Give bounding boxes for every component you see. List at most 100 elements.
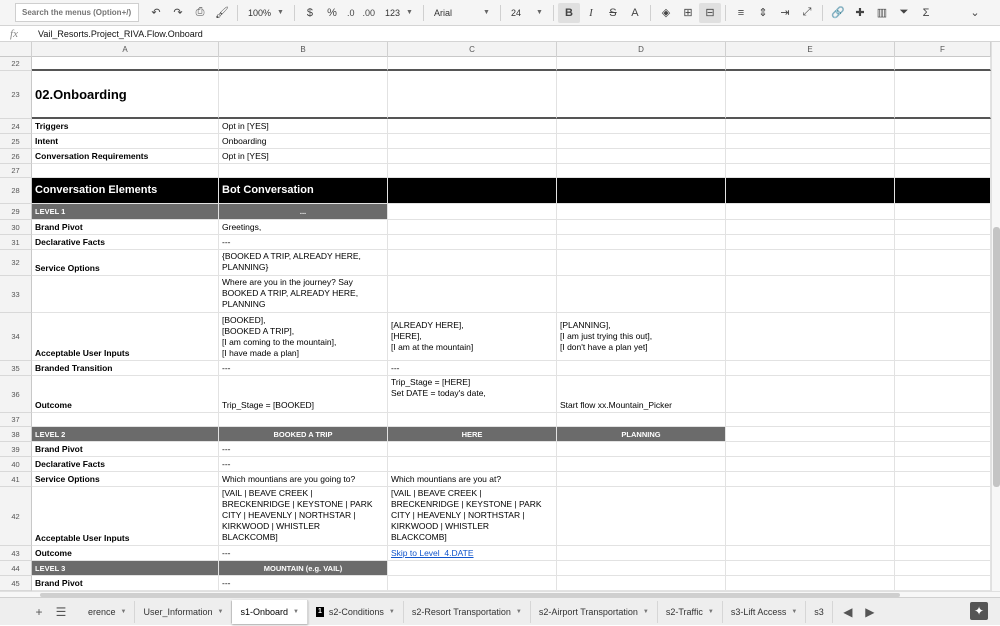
cell[interactable] [895, 561, 991, 576]
cell[interactable]: LEVEL 2 [32, 427, 219, 442]
chevron-down-icon[interactable]: ▼ [293, 609, 299, 615]
cell[interactable] [557, 561, 726, 576]
cell[interactable]: Declarative Facts [32, 457, 219, 472]
cell[interactable]: {BOOKED A TRIP, ALREADY HERE, PLANNING} [219, 250, 388, 276]
row-header[interactable]: 40 [0, 457, 32, 472]
text-color-button[interactable]: A [624, 3, 646, 23]
cell[interactable]: Brand Pivot [32, 576, 219, 591]
link-icon[interactable]: 🔗 [827, 3, 849, 23]
cell[interactable]: MOUNTAIN (e.g. VAIL) [219, 561, 388, 576]
row-header[interactable]: 39 [0, 442, 32, 457]
cell[interactable]: Service Options [32, 250, 219, 276]
sheet-tab[interactable]: s2-Traffic ▼ [658, 600, 723, 623]
cell[interactable]: Brand Pivot [32, 442, 219, 457]
row-header[interactable]: 29 [0, 204, 32, 220]
row-header[interactable]: 30 [0, 220, 32, 235]
cell[interactable]: ... [219, 204, 388, 220]
cell[interactable]: LEVEL 1 [32, 204, 219, 220]
row-header[interactable]: 22 [0, 57, 32, 71]
currency-button[interactable]: $ [299, 3, 321, 23]
cell[interactable] [557, 119, 726, 134]
chevron-down-icon[interactable]: ▼ [643, 609, 649, 615]
chevron-down-icon[interactable]: ▼ [218, 609, 224, 615]
cell[interactable] [557, 487, 726, 546]
font-select[interactable]: Arial ▼ [428, 8, 496, 18]
cell[interactable] [388, 576, 557, 591]
row-header[interactable]: 26 [0, 149, 32, 164]
row-header[interactable]: 42 [0, 487, 32, 546]
cell[interactable] [388, 413, 557, 427]
column-header-f[interactable]: F [895, 42, 991, 57]
zoom-select[interactable]: 100% ▼ [242, 8, 290, 18]
row-header[interactable]: 37 [0, 413, 32, 427]
cell[interactable] [895, 442, 991, 457]
cell[interactable] [32, 57, 219, 71]
cell[interactable] [388, 134, 557, 149]
cell[interactable] [726, 71, 895, 119]
cell[interactable]: Triggers [32, 119, 219, 134]
vertical-align-icon[interactable]: ⇕ [752, 3, 774, 23]
borders-icon[interactable]: ⊞ [677, 3, 699, 23]
row-header[interactable]: 38 [0, 427, 32, 442]
cell[interactable] [219, 71, 388, 119]
font-size-select[interactable]: 24 ▼ [505, 8, 549, 18]
cell[interactable]: [ALREADY HERE], [HERE], [I am at the mou… [388, 313, 557, 361]
italic-button[interactable]: I [580, 3, 602, 23]
cell[interactable] [32, 276, 219, 313]
cell[interactable] [557, 57, 726, 71]
cell[interactable]: Brand Pivot [32, 220, 219, 235]
column-header-e[interactable]: E [726, 42, 895, 57]
row-header[interactable]: 31 [0, 235, 32, 250]
cell[interactable] [895, 149, 991, 164]
chevron-down-icon[interactable]: ▼ [791, 609, 797, 615]
cell[interactable]: --- [219, 361, 388, 376]
cell[interactable] [895, 276, 991, 313]
column-header-c[interactable]: C [388, 42, 557, 57]
cell[interactable] [895, 220, 991, 235]
row-header[interactable]: 34 [0, 313, 32, 361]
cell[interactable] [557, 250, 726, 276]
text-wrap-icon[interactable]: ⇥ [774, 3, 796, 23]
sheet-tab[interactable]: s1-Onboard ▼ [232, 599, 308, 624]
cell[interactable] [557, 546, 726, 561]
cell[interactable] [895, 457, 991, 472]
cell[interactable]: [VAIL | BEAVE CREEK | BRECKENRIDGE | KEY… [219, 487, 388, 546]
cell[interactable] [388, 149, 557, 164]
cell[interactable] [32, 164, 219, 178]
cell[interactable]: Where are you in the journey? Say BOOKED… [219, 276, 388, 313]
cell[interactable] [726, 472, 895, 487]
cell[interactable] [388, 235, 557, 250]
cell[interactable]: HERE [388, 427, 557, 442]
cell[interactable] [557, 276, 726, 313]
cell[interactable] [726, 235, 895, 250]
formula-input[interactable]: Vail_Resorts.Project_RIVA.Flow.Onboard [28, 29, 203, 39]
cell[interactable] [895, 546, 991, 561]
cell[interactable] [388, 57, 557, 71]
chevron-down-icon[interactable]: ▼ [121, 609, 127, 615]
cell[interactable] [895, 164, 991, 178]
cell[interactable]: Service Options [32, 472, 219, 487]
cell[interactable]: [PLANNING], [I am just trying this out],… [557, 313, 726, 361]
cell[interactable] [726, 376, 895, 413]
cell[interactable] [726, 250, 895, 276]
cell[interactable]: --- [219, 546, 388, 561]
cell[interactable] [895, 250, 991, 276]
cell[interactable] [557, 164, 726, 178]
filter-icon[interactable]: ⏷ [893, 3, 915, 23]
cell[interactable] [895, 204, 991, 220]
cell[interactable] [32, 413, 219, 427]
cell[interactable] [726, 427, 895, 442]
cell[interactable]: Outcome [32, 376, 219, 413]
cell[interactable] [219, 164, 388, 178]
row-header[interactable]: 44 [0, 561, 32, 576]
cell[interactable] [726, 134, 895, 149]
cell[interactable] [388, 71, 557, 119]
cell[interactable]: [VAIL | BEAVE CREEK | BRECKENRIDGE | KEY… [388, 487, 557, 546]
cell[interactable]: 02.Onboarding [32, 71, 219, 119]
chevron-down-icon[interactable]: ▼ [389, 609, 395, 615]
row-header[interactable]: 27 [0, 164, 32, 178]
cell[interactable] [388, 119, 557, 134]
merge-cells-icon[interactable]: ⊟ [698, 2, 721, 23]
cell[interactable] [388, 457, 557, 472]
text-rotation-icon[interactable]: ⤢ [796, 3, 818, 23]
